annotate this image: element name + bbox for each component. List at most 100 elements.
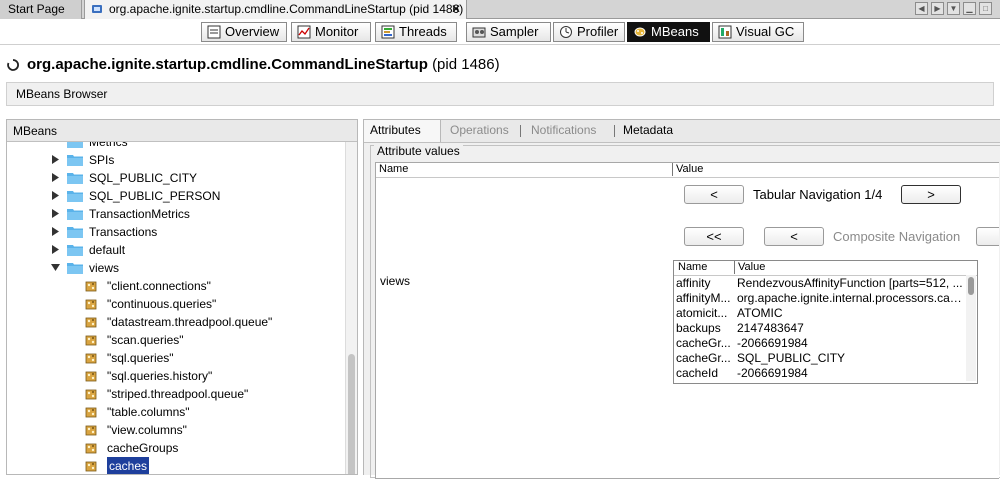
close-tab-icon[interactable]: ✕: [451, 0, 461, 18]
composite-table-row[interactable]: cacheId -2066691984: [674, 366, 966, 381]
tree-item-label: "client.connections": [107, 279, 211, 293]
tree-mbean-row[interactable]: "sql.queries.history": [7, 367, 345, 385]
tree-folder-row[interactable]: Transactions: [7, 223, 345, 241]
threads-label: Threads: [399, 24, 447, 39]
tree-folder-row[interactable]: SQL_PUBLIC_PERSON: [7, 187, 345, 205]
tree-item-label: cacheGroups: [107, 441, 179, 455]
attribute-name-cell: views: [380, 274, 411, 288]
tree-mbean-row[interactable]: "table.columns": [7, 403, 345, 421]
tabular-prev-button[interactable]: <: [684, 185, 744, 204]
tree-folder-row[interactable]: views: [7, 259, 345, 277]
sampler-icon: [472, 27, 486, 38]
composite-column-name[interactable]: Name: [678, 261, 707, 274]
maximize-icon[interactable]: □: [979, 2, 992, 15]
expand-triangle-icon[interactable]: [51, 209, 60, 218]
tree-folder-row[interactable]: SQL_PUBLIC_CITY: [7, 169, 345, 187]
tree-folder-row[interactable]: SPIs: [7, 151, 345, 169]
expand-triangle-icon[interactable]: [51, 173, 60, 182]
tree-folder-row[interactable]: default: [7, 241, 345, 259]
tree-header-label: MBeans: [13, 124, 58, 138]
composite-table-row[interactable]: backups 2147483647: [674, 321, 966, 336]
expand-triangle-icon[interactable]: [51, 155, 60, 164]
tab-start-page[interactable]: Start Page: [0, 0, 82, 19]
tree-mbean-row[interactable]: "striped.threadpool.queue": [7, 385, 345, 403]
minimize-icon[interactable]: ▁: [963, 2, 976, 15]
scroll-left-icon[interactable]: ◀: [915, 2, 928, 15]
composite-table-row[interactable]: affinity RendezvousAffinityFunction [part…: [674, 276, 966, 291]
sampler-button[interactable]: Sampler: [466, 22, 551, 42]
mbean-icon: [85, 299, 97, 310]
tab-start-page-label: Start Page: [8, 2, 65, 16]
composite-first-button[interactable]: <<: [684, 227, 744, 246]
composite-navigation-label: Composite Navigation: [833, 229, 961, 244]
tree-mbean-row[interactable]: caches: [7, 457, 345, 474]
mbean-details-panel: Attributes Operations Notifications Meta…: [363, 119, 1000, 479]
composite-cell-value: org.apache.ignite.internal.processors.ca…: [737, 291, 965, 305]
tree-mbean-row[interactable]: "continuous.queries": [7, 295, 345, 313]
mbean-icon: [85, 353, 97, 364]
tab-attributes[interactable]: Attributes: [364, 120, 441, 142]
threads-button[interactable]: Threads: [375, 22, 457, 42]
monitor-button[interactable]: Monitor: [291, 22, 371, 42]
composite-cell-name: affinityM...: [676, 291, 731, 305]
tree-item-label: "datastream.threadpool.queue": [107, 315, 273, 329]
composite-column-value[interactable]: Value: [734, 261, 765, 274]
column-header-value[interactable]: Value: [672, 163, 703, 176]
tree-item-label: "table.columns": [107, 405, 190, 419]
tree-scrollbar-thumb[interactable]: [348, 354, 355, 474]
folder-icon: [67, 245, 83, 256]
expand-triangle-icon[interactable]: [51, 191, 60, 200]
tree-mbean-row[interactable]: "datastream.threadpool.queue": [7, 313, 345, 331]
mbean-icon: [85, 425, 97, 436]
attribute-values-group: Attribute values Name Value views < Tabu…: [370, 145, 1000, 479]
composite-table-header: Name Value: [674, 261, 977, 276]
collapse-triangle-icon[interactable]: [51, 263, 60, 272]
tabular-next-button[interactable]: >: [901, 185, 961, 204]
tree-item-label: TransactionMetrics: [89, 207, 190, 221]
tree-mbean-row[interactable]: "scan.queries": [7, 331, 345, 349]
visual-gc-button[interactable]: Visual GC: [712, 22, 804, 42]
tab-list-icon[interactable]: ▼: [947, 2, 960, 15]
tree-item-label: views: [89, 261, 120, 275]
tree-item-label: Metrics: [89, 142, 128, 149]
tree-folder-row[interactable]: TransactionMetrics: [7, 205, 345, 223]
tree-folder-row[interactable]: Metrics: [7, 142, 345, 151]
tree-mbean-row[interactable]: "view.columns": [7, 421, 345, 439]
expand-triangle-icon[interactable]: [51, 245, 60, 254]
composite-prev-button[interactable]: <: [764, 227, 824, 246]
composite-table-row[interactable]: cacheGr... -2066691984: [674, 336, 966, 351]
tree-scrollbar[interactable]: [345, 142, 357, 474]
profiler-button[interactable]: Profiler: [553, 22, 625, 42]
application-icon: [92, 5, 102, 13]
expand-triangle-icon[interactable]: [51, 227, 60, 236]
monitor-label: Monitor: [315, 24, 359, 39]
overview-button[interactable]: Overview: [201, 22, 287, 42]
tab-separator: [614, 125, 615, 137]
sampler-label: Sampler: [490, 24, 539, 39]
composite-scrollbar[interactable]: [966, 275, 976, 381]
mbeans-label: MBeans: [651, 24, 699, 39]
composite-table-row[interactable]: affinityM... org.apache.ignite.internal.p…: [674, 291, 966, 306]
composite-table-row[interactable]: cacheGr... SQL_PUBLIC_CITY: [674, 351, 966, 366]
tree-mbean-row[interactable]: "client.connections": [7, 277, 345, 295]
scroll-right-icon[interactable]: ▶: [931, 2, 944, 15]
overview-label: Overview: [225, 24, 280, 39]
composite-cell-name: cacheId: [676, 366, 719, 380]
tab-application-label: org.apache.ignite.startup.cmdline.Comman…: [109, 2, 464, 16]
column-header-name[interactable]: Name: [379, 163, 408, 176]
tree-item-label: SQL_PUBLIC_CITY: [89, 171, 198, 185]
tab-application[interactable]: org.apache.ignite.startup.cmdline.Comman…: [84, 0, 467, 19]
composite-next-button[interactable]: [976, 227, 999, 246]
tree-mbean-row[interactable]: "sql.queries": [7, 349, 345, 367]
tree-mbean-row[interactable]: cacheGroups: [7, 439, 345, 457]
tab-notifications[interactable]: Notifications: [525, 120, 602, 142]
mbeans-icon: [634, 27, 646, 37]
tab-operations[interactable]: Operations: [444, 120, 515, 142]
composite-table-row[interactable]: atomicit... ATOMIC: [674, 306, 966, 321]
mbeans-button[interactable]: MBeans: [627, 22, 710, 42]
composite-cell-value: -2066691984: [737, 366, 808, 380]
composite-scrollbar-thumb[interactable]: [968, 277, 974, 295]
tab-notifications-label: Notifications: [531, 123, 597, 137]
tab-metadata[interactable]: Metadata: [617, 120, 679, 142]
mbean-icon: [85, 389, 97, 400]
